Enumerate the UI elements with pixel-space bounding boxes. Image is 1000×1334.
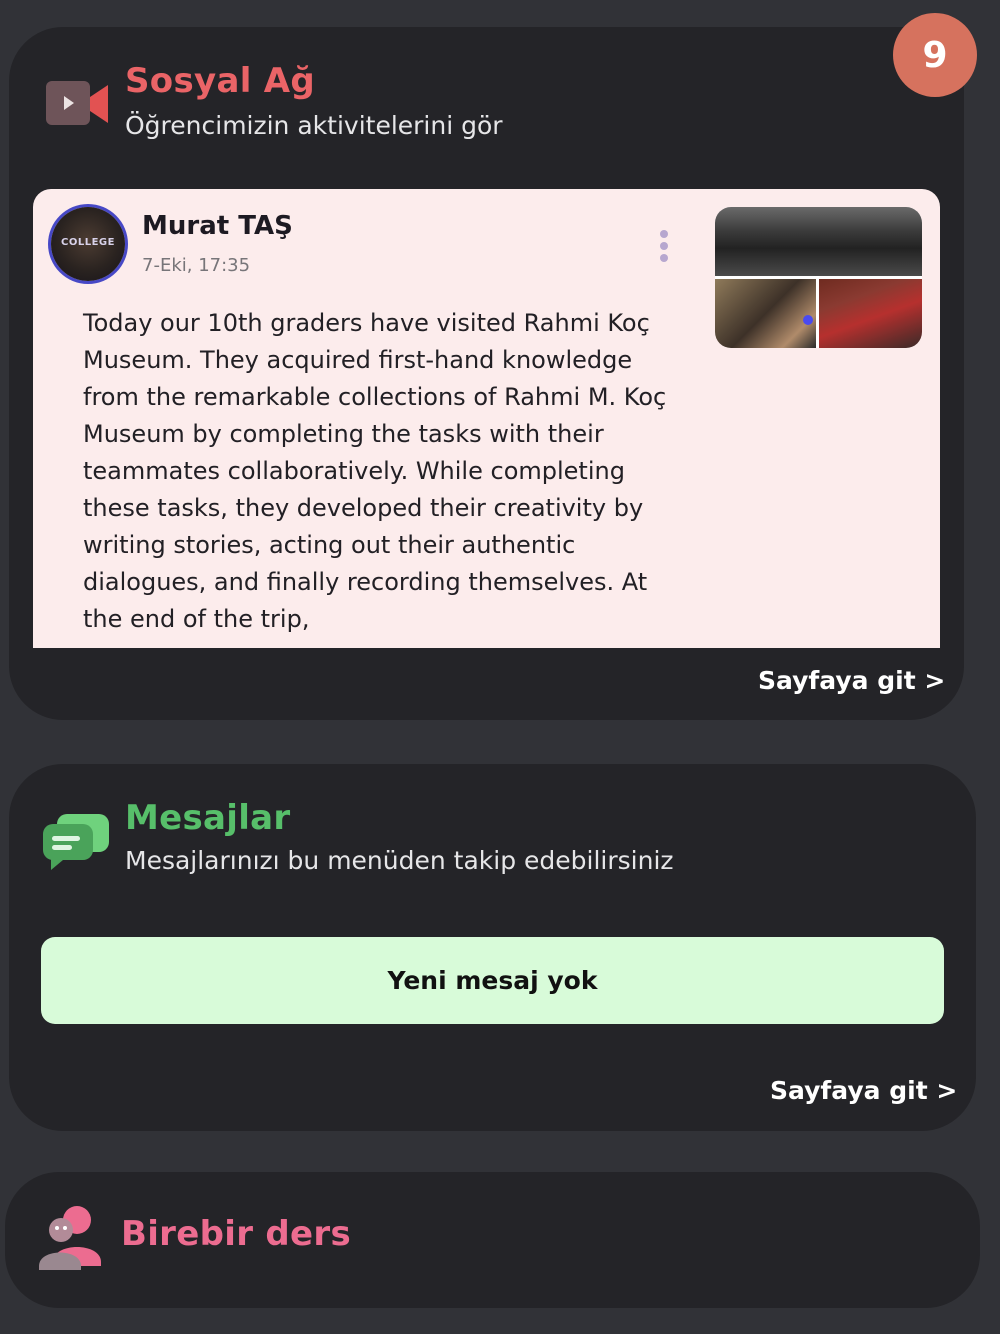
messages-subtitle: Mesajlarınızı bu menüden takip edebilirs… xyxy=(125,846,674,875)
messages-goto-page-link[interactable]: Sayfaya git > xyxy=(770,1076,957,1105)
chat-bubbles-icon xyxy=(43,814,109,870)
more-options-icon[interactable] xyxy=(657,229,671,263)
messages-card: Mesajlar Mesajlarınızı bu menüden takip … xyxy=(9,764,976,1131)
social-subtitle: Öğrencimizin aktivitelerini gör xyxy=(125,111,503,140)
social-network-card: Sosyal Ağ Öğrencimizin aktivitelerini gö… xyxy=(9,27,964,720)
no-new-messages-banner: Yeni mesaj yok xyxy=(41,937,944,1024)
post-date: 7-Eki, 17:35 xyxy=(142,255,251,276)
gallery-indicator-dot xyxy=(803,315,813,325)
video-camera-icon xyxy=(46,81,108,125)
notification-badge: 9 xyxy=(893,13,977,97)
social-post[interactable]: COLLEGE Murat TAŞ 7-Eki, 17:35 Today our… xyxy=(33,189,940,648)
social-goto-page-link[interactable]: Sayfaya git > xyxy=(758,666,945,695)
avatar[interactable]: COLLEGE xyxy=(51,207,125,281)
person-icon xyxy=(39,1206,101,1270)
social-title: Sosyal Ağ xyxy=(125,61,316,101)
avatar-logo-text: COLLEGE xyxy=(61,237,115,248)
post-photo[interactable] xyxy=(715,207,922,276)
post-author[interactable]: Murat TAŞ xyxy=(142,211,293,241)
post-photo[interactable] xyxy=(819,279,922,348)
messages-title: Mesajlar xyxy=(125,798,291,838)
post-photo[interactable] xyxy=(715,279,816,348)
post-text: Today our 10th graders have visited Rahm… xyxy=(83,309,667,633)
one-on-one-lesson-card[interactable]: Birebir ders xyxy=(5,1172,980,1308)
lesson-title: Birebir ders xyxy=(121,1214,351,1254)
post-photo-gallery[interactable] xyxy=(715,207,922,348)
